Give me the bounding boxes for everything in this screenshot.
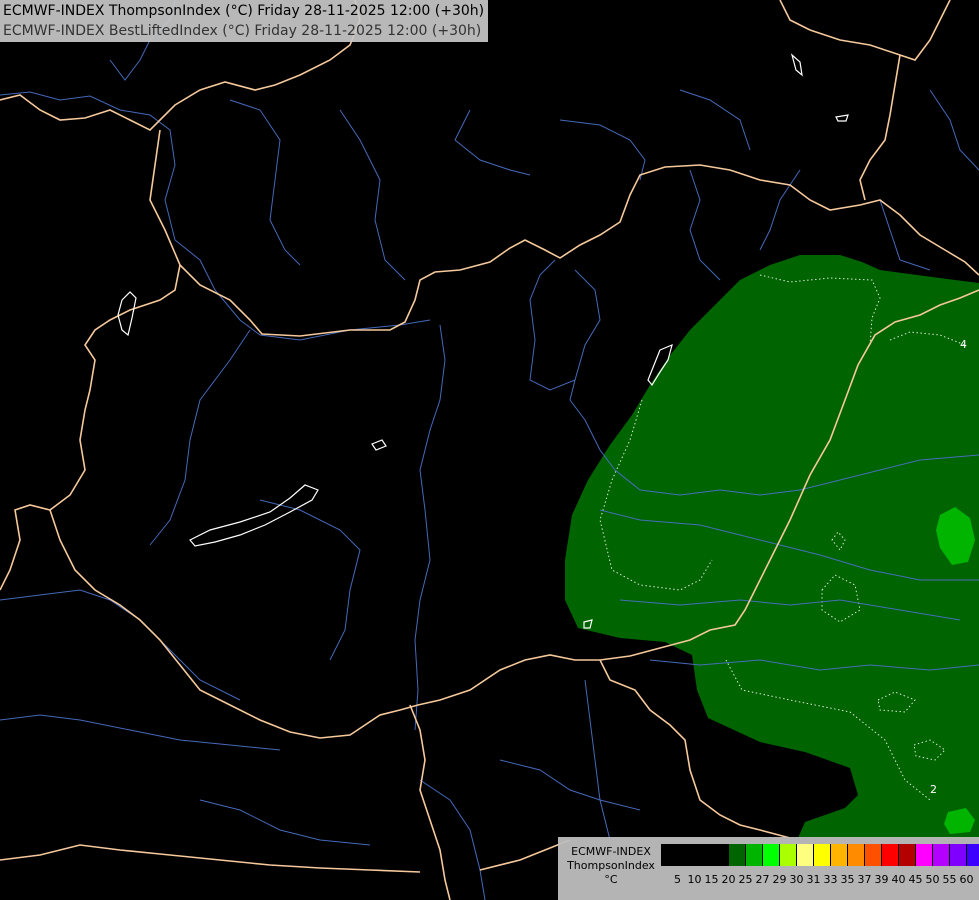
legend-swatch [950,844,967,866]
legend-swatch [899,844,916,866]
legend-unit: °C [604,873,618,886]
legend-tick-label: 50 [925,873,940,886]
legend-swatch [695,844,712,866]
legend-tick-label: 45 [908,873,923,886]
legend-tick-label: 30 [789,873,804,886]
legend-tick-label: 40 [891,873,906,886]
legend-swatch [797,844,814,866]
legend-swatch [848,844,865,866]
contour-label: 4 [960,338,967,351]
legend-color-bar [661,844,979,866]
legend-swatch [865,844,882,866]
legend-tick-label: 60 [959,873,974,886]
legend-swatch [729,844,746,866]
legend-swatch [661,844,678,866]
legend-tick-label: 20 [721,873,736,886]
legend-swatch [814,844,831,866]
map-subtitle: ECMWF-INDEX BestLiftedIndex (°C) Friday … [3,23,482,39]
legend-tick-label: 25 [738,873,753,886]
legend-tick-label: 35 [840,873,855,886]
legend-tick-label: 55 [942,873,957,886]
legend-swatch [916,844,933,866]
legend-swatch [831,844,848,866]
legend-swatch [678,844,695,866]
map-title: ECMWF-INDEX ThompsonIndex (°C) Friday 28… [3,3,485,19]
legend-tick-label: 33 [823,873,838,886]
legend-parameter: ThompsonIndex [567,859,655,872]
legend-swatch [763,844,780,866]
legend-swatch [933,844,950,866]
legend-swatch [780,844,797,866]
color-legend: ECMWF-INDEX ThompsonIndex °C 5 10 15 20 25 27… [558,837,979,900]
legend-label: ECMWF-INDEX ThompsonIndex °C [562,845,660,887]
map-title-box: ECMWF-INDEX ThompsonIndex (°C) Friday 28… [0,0,489,42]
legend-tick-label: 10 [687,873,702,886]
legend-ticks: 5 10 15 20 25 27 29 30 31 33 35 37 39 40 45 50 55 60 [661,873,975,886]
legend-tick-label: 39 [874,873,889,886]
legend-tick-label: 37 [857,873,872,886]
legend-swatch [967,844,979,866]
legend-swatch [746,844,763,866]
legend-tick-label: 29 [772,873,787,886]
legend-swatch [882,844,899,866]
legend-swatch [712,844,729,866]
weather-map: 4 2 [0,0,979,900]
legend-tick-label: 31 [806,873,821,886]
legend-tick-label: 27 [755,873,770,886]
contour-label: 2 [930,783,937,796]
legend-tick-label: 5 [674,873,681,886]
legend-model: ECMWF-INDEX [571,845,651,858]
legend-tick-label: 15 [704,873,719,886]
